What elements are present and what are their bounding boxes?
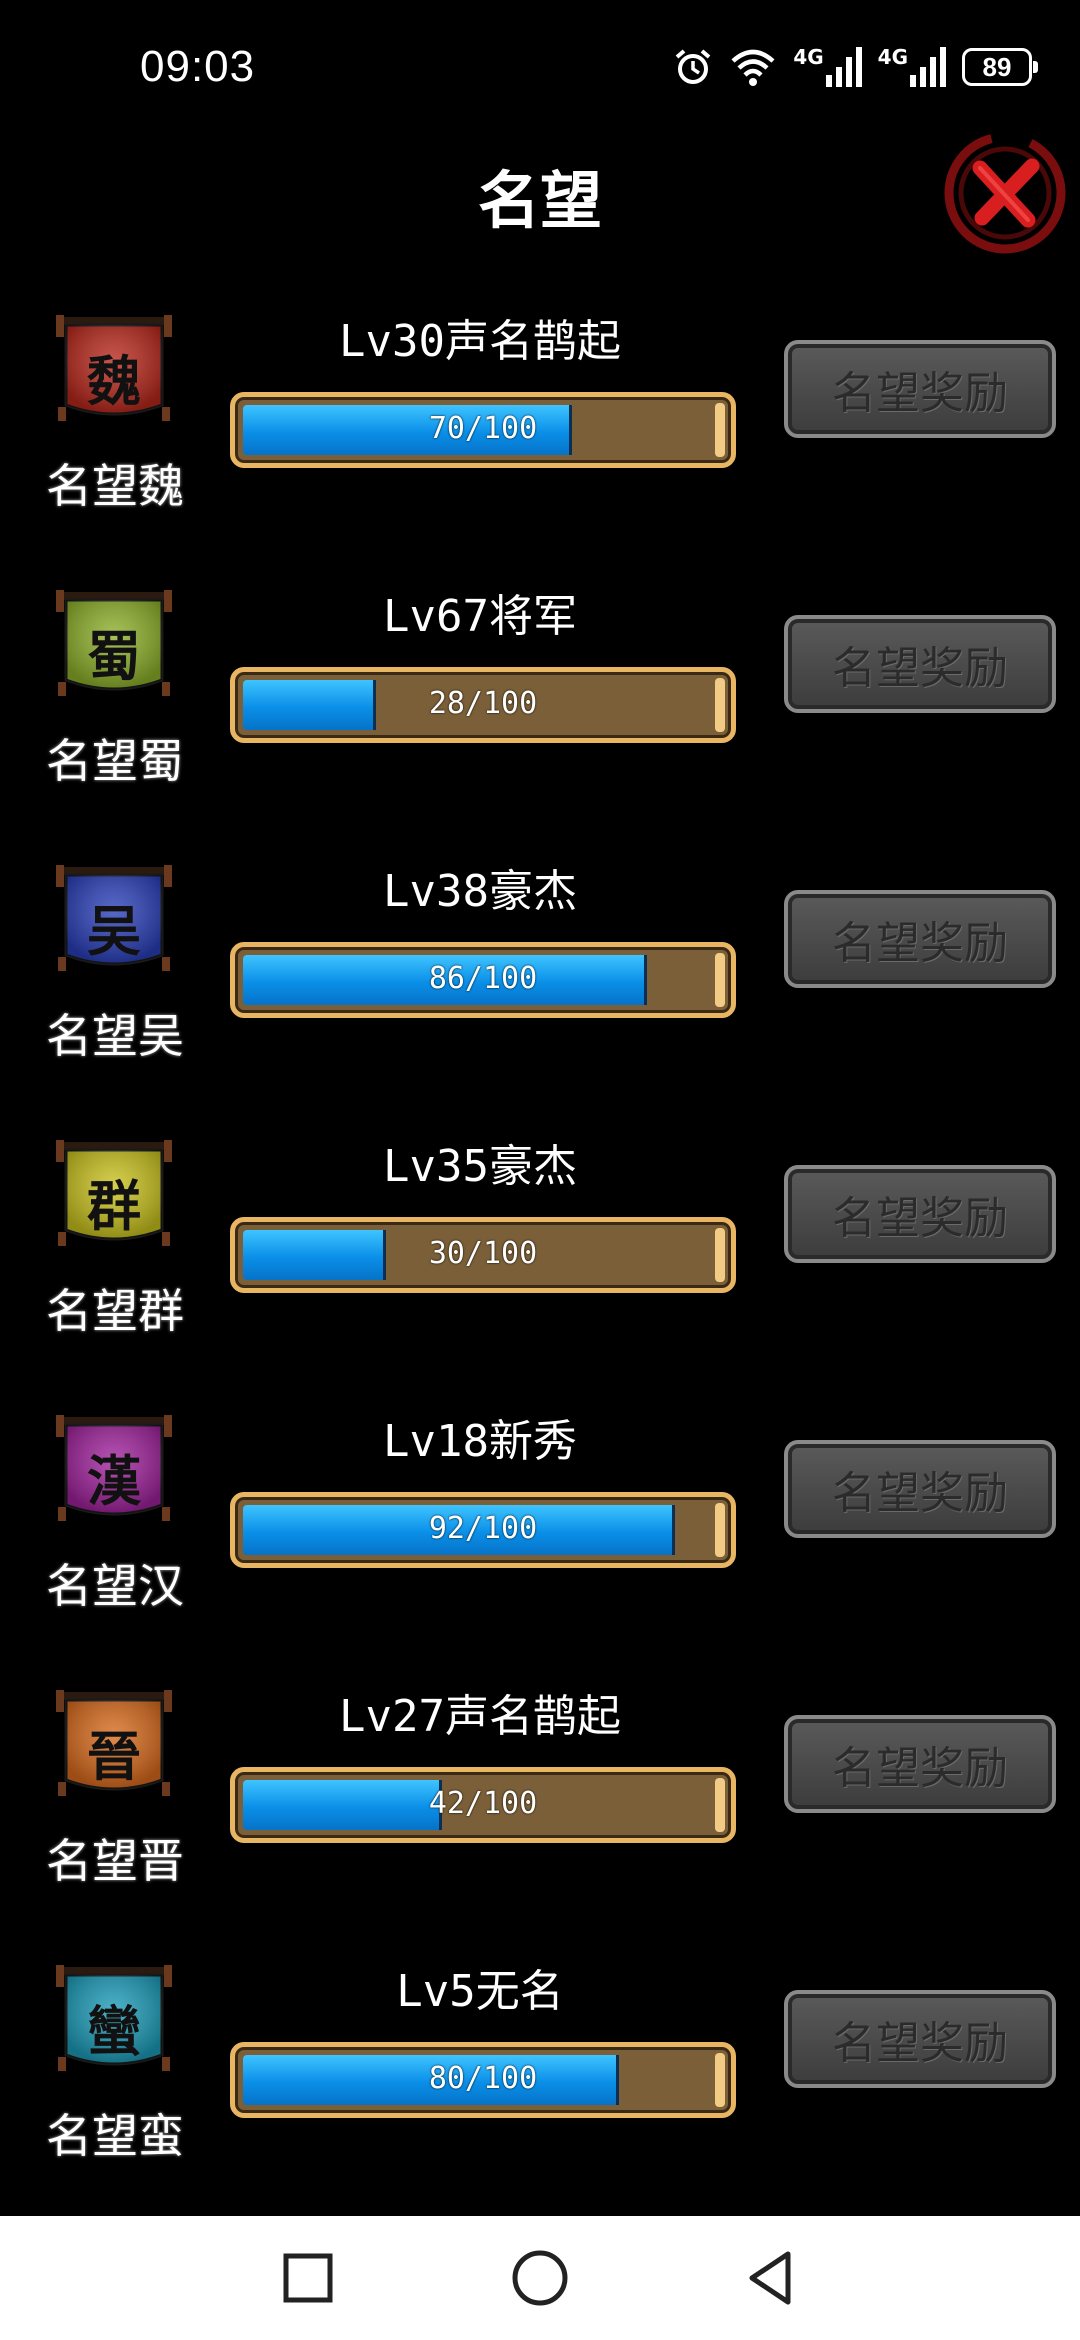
wifi-icon (731, 49, 775, 86)
signal-icon (825, 47, 862, 87)
progress-text: 86/100 (428, 961, 538, 996)
faction-banner-char: 蜀 (87, 624, 141, 688)
progress-text: 28/100 (428, 686, 538, 721)
faction-banner-char: 魏 (87, 349, 141, 413)
triangle-back-icon (749, 2251, 791, 2305)
faction-rank: Lv18新秀 (383, 1416, 577, 1467)
progress-text: 92/100 (428, 1511, 538, 1546)
network-1: 4G (793, 45, 862, 87)
signal-icon (910, 47, 946, 87)
navigation-bar (0, 2216, 1080, 2340)
faction-banner-icon: 漢 (56, 1415, 172, 1525)
faction-banner-char: 漢 (87, 1449, 141, 1513)
progress-text: 42/100 (428, 1786, 538, 1821)
reputation-reward-button[interactable]: 名望奖励 (784, 340, 1056, 438)
home-button[interactable] (508, 2246, 572, 2310)
reputation-progress-bar: 92/100 (230, 1492, 736, 1568)
faction-banner-icon: 蜀 (56, 590, 172, 700)
faction-banner-icon: 晉 (56, 1690, 172, 1800)
reputation-progress-bar: 28/100 (230, 667, 736, 743)
faction-banner-icon: 群 (56, 1140, 172, 1250)
square-icon (283, 2253, 333, 2303)
reputation-reward-button[interactable]: 名望奖励 (784, 1715, 1056, 1813)
network-1-label: 4G (793, 45, 824, 69)
status-time: 09:03 (140, 42, 256, 91)
faction-rank: Lv5无名 (396, 1966, 564, 2017)
faction-row: 晉 名望晋 Lv27声名鹊起 42/100 名望奖励 (0, 1675, 1080, 1950)
back-button[interactable] (740, 2246, 804, 2310)
network-2-label: 4G (877, 45, 908, 69)
faction-rank: Lv38豪杰 (383, 866, 577, 917)
alarm-icon (676, 49, 711, 84)
faction-row: 魏 名望魏 Lv30声名鹊起 70/100 名望奖励 (0, 300, 1080, 575)
close-x-icon (944, 132, 1066, 254)
reputation-progress-bar: 80/100 (230, 2042, 736, 2118)
faction-banner-icon: 蠻 (56, 1965, 172, 2075)
reputation-progress-bar: 42/100 (230, 1767, 736, 1843)
faction-rank: Lv67将军 (383, 591, 577, 642)
close-button[interactable] (940, 128, 1070, 258)
faction-name: 名望晋 (46, 1834, 184, 1888)
progress-text: 70/100 (428, 411, 538, 446)
status-icons: 4G 4G 89 (673, 42, 1038, 92)
faction-rank: Lv27声名鹊起 (339, 1691, 621, 1742)
status-bar: 09:03 4G 4G 89 (0, 0, 1080, 140)
reputation-reward-button[interactable]: 名望奖励 (784, 1440, 1056, 1538)
faction-list: 魏 名望魏 Lv30声名鹊起 70/100 名望奖励 蜀 名望蜀 Lv67将军 … (0, 300, 1080, 2225)
reputation-progress-bar: 70/100 (230, 392, 736, 468)
battery-level: 89 (982, 51, 1012, 82)
battery-icon: 89 (962, 48, 1038, 86)
faction-rank: Lv35豪杰 (383, 1141, 577, 1192)
faction-row: 漢 名望汉 Lv18新秀 92/100 名望奖励 (0, 1400, 1080, 1675)
faction-row: 群 名望群 Lv35豪杰 30/100 名望奖励 (0, 1125, 1080, 1400)
faction-name: 名望吴 (46, 1009, 184, 1063)
network-2: 4G (878, 47, 946, 87)
reputation-reward-button[interactable]: 名望奖励 (784, 890, 1056, 988)
circle-icon (512, 2250, 568, 2306)
faction-banner-char: 吴 (87, 899, 141, 963)
faction-name: 名望汉 (46, 1559, 184, 1613)
recents-button[interactable] (276, 2246, 340, 2310)
faction-rank: Lv30声名鹊起 (339, 316, 621, 367)
faction-name: 名望蛮 (46, 2109, 184, 2163)
faction-banner-char: 群 (87, 1174, 141, 1238)
faction-banner-char: 晉 (87, 1724, 141, 1788)
screen: 09:03 4G 4G 89 名望 魏 名望魏 Lv30声名鹊起 70/100 … (0, 0, 1080, 2340)
faction-row: 蜀 名望蜀 Lv67将军 28/100 名望奖励 (0, 575, 1080, 850)
faction-name: 名望蜀 (46, 734, 184, 788)
faction-banner-icon: 魏 (56, 315, 172, 425)
faction-name: 名望魏 (46, 459, 184, 513)
reputation-reward-button[interactable]: 名望奖励 (784, 1990, 1056, 2088)
faction-banner-char: 蠻 (87, 1999, 141, 2063)
faction-name: 名望群 (46, 1284, 184, 1338)
reputation-reward-button[interactable]: 名望奖励 (784, 615, 1056, 713)
reputation-reward-button[interactable]: 名望奖励 (784, 1165, 1056, 1263)
page-title: 名望 (477, 164, 602, 237)
reputation-progress-bar: 86/100 (230, 942, 736, 1018)
faction-row: 蠻 名望蛮 Lv5无名 80/100 名望奖励 (0, 1950, 1080, 2225)
progress-text: 80/100 (428, 2061, 538, 2096)
faction-banner-icon: 吴 (56, 865, 172, 975)
faction-row: 吴 名望吴 Lv38豪杰 86/100 名望奖励 (0, 850, 1080, 1125)
reputation-progress-bar: 30/100 (230, 1217, 736, 1293)
progress-text: 30/100 (428, 1236, 538, 1271)
